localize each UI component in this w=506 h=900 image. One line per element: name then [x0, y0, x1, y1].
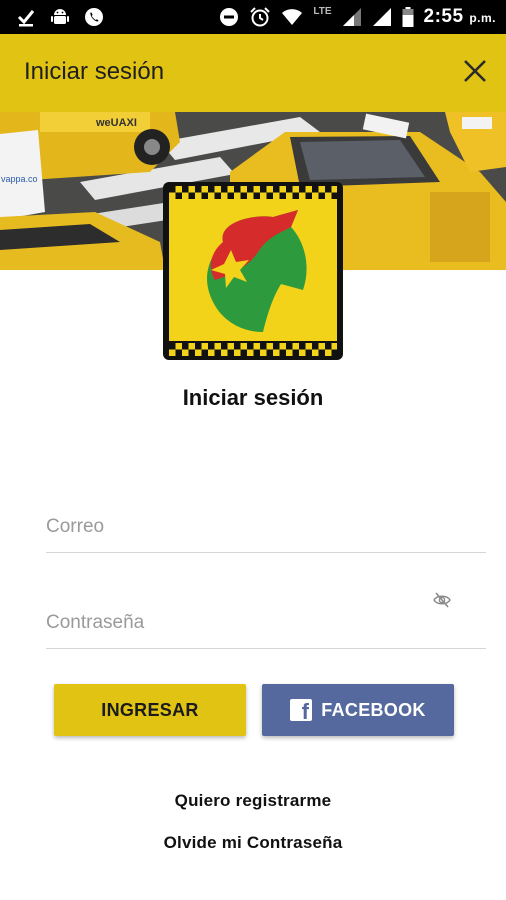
email-field-wrapper — [46, 504, 486, 553]
password-field[interactable] — [46, 600, 486, 646]
login-heading: Iniciar sesión — [182, 385, 324, 410]
wifi-icon — [282, 9, 303, 25]
facebook-icon: f — [290, 699, 313, 723]
status-left-icons — [16, 7, 104, 27]
password-field-wrapper — [46, 592, 486, 649]
close-icon[interactable] — [462, 58, 488, 84]
do-not-disturb-icon — [220, 8, 239, 26]
facebook-button[interactable]: f FACEBOOK — [262, 684, 454, 736]
battery-icon — [402, 7, 414, 27]
taxi-logo — [163, 182, 343, 360]
clock: 2:55 p.m. — [423, 6, 496, 27]
register-link[interactable]: Quiero registrarme — [0, 791, 506, 811]
cell-signal-icon-1 — [342, 8, 361, 26]
status-right-icons: LTE 2:55 p.m. — [219, 6, 496, 28]
hero-sign-text: weUAXI — [95, 117, 137, 129]
forgot-password-link[interactable]: Olvide mi Contraseña — [0, 833, 506, 853]
login-button[interactable]: INGRESAR — [54, 684, 246, 736]
hero-sticker-text: vappa.co — [1, 174, 38, 184]
visibility-off-icon[interactable] — [432, 590, 452, 610]
app-bar: Iniciar sesión — [0, 34, 506, 112]
status-bar: LTE 2:55 p.m. — [0, 0, 506, 34]
facebook-button-label: FACEBOOK — [321, 699, 426, 720]
network-type-label: LTE — [313, 5, 332, 17]
download-done-icon — [17, 10, 35, 27]
android-icon — [51, 9, 69, 24]
app-bar-title: Iniciar sesión — [24, 58, 165, 85]
whatsapp-icon — [85, 8, 103, 26]
cell-signal-icon-2 — [372, 8, 391, 26]
email-field[interactable] — [46, 504, 486, 550]
alarm-icon — [250, 7, 271, 27]
